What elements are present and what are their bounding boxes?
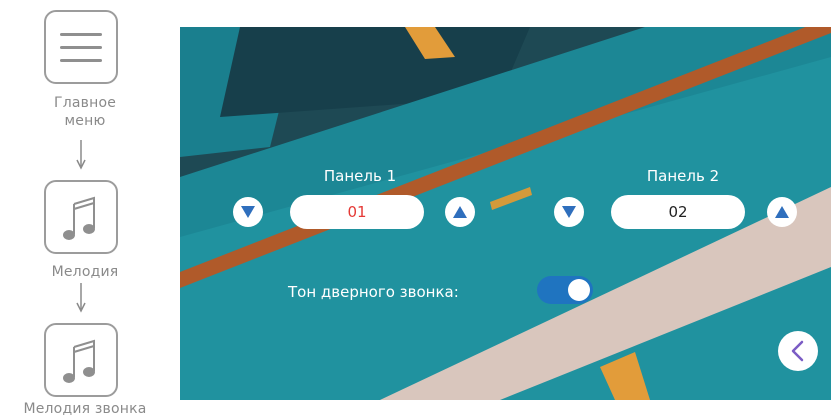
melody-button[interactable]	[44, 180, 118, 254]
triangle-up-icon	[453, 206, 467, 218]
panel1-title: Панель 1	[323, 167, 397, 185]
triangle-up-icon	[775, 206, 789, 218]
panel2-decrease-button[interactable]	[554, 197, 584, 227]
melody-label: Мелодия	[51, 264, 119, 280]
ringtone-label: Мелодия звонка	[23, 401, 147, 417]
main-menu-button[interactable]	[44, 10, 118, 84]
ringtone-button[interactable]	[44, 323, 118, 397]
music-note-icon	[63, 196, 95, 240]
chevron-left-icon	[791, 340, 804, 362]
flow-arrow-down-icon	[76, 283, 86, 313]
main-menu-label: Главное меню	[53, 95, 117, 129]
doorbell-tone-toggle[interactable]	[537, 276, 593, 304]
panel2-increase-button[interactable]	[767, 197, 797, 227]
back-button[interactable]	[778, 331, 818, 371]
hamburger-menu-icon	[60, 33, 102, 62]
panel1-value[interactable]: 01	[290, 195, 424, 229]
triangle-down-icon	[241, 206, 255, 218]
triangle-down-icon	[562, 206, 576, 218]
music-note-icon	[63, 339, 95, 383]
flow-arrow-down-icon	[76, 140, 86, 170]
panel2-title: Панель 2	[646, 167, 720, 185]
doorbell-tone-label: Тон дверного звонка:	[288, 283, 459, 301]
panel1-increase-button[interactable]	[445, 197, 475, 227]
navigation-flow: Главное меню Мелодия Мелодия звонка	[0, 0, 170, 419]
panel2-value[interactable]: 02	[611, 195, 745, 229]
toggle-knob	[568, 279, 590, 301]
panel1-decrease-button[interactable]	[233, 197, 263, 227]
ringtone-settings-screen: Панель 1 01 Панель 2 02 Тон дверного зво…	[180, 27, 831, 400]
